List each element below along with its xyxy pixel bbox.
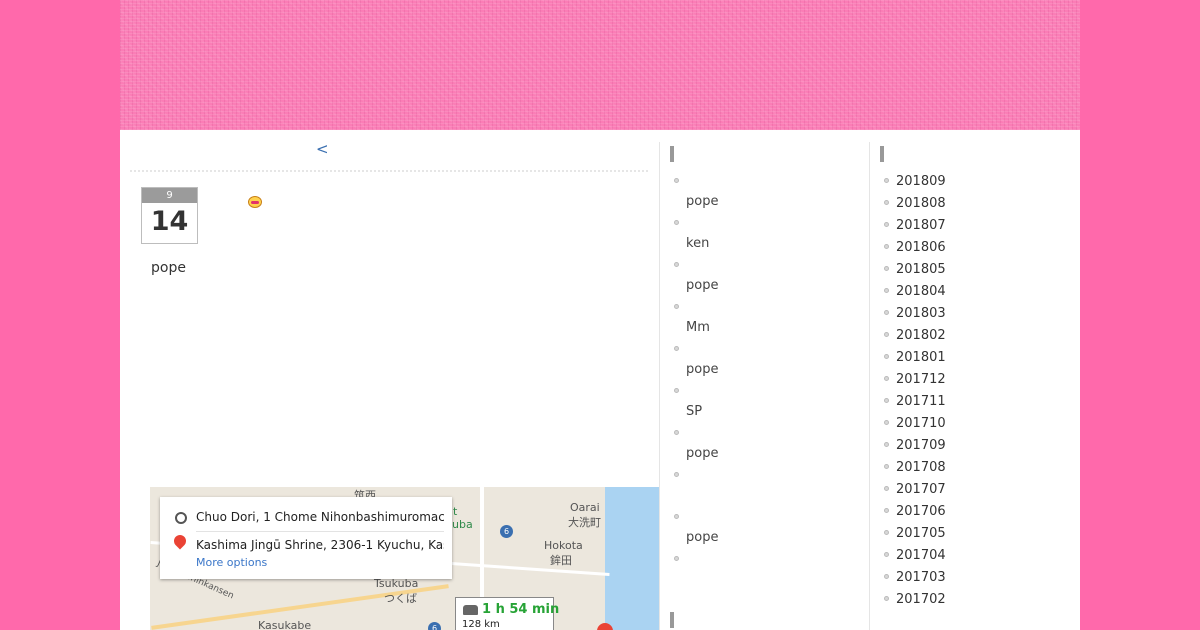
date-badge: 9 14	[141, 187, 198, 244]
bullet-icon	[884, 222, 889, 227]
bullet-icon	[884, 420, 889, 425]
bullet-icon	[884, 376, 889, 381]
face-emoji-icon	[248, 196, 262, 208]
route-separator	[196, 531, 444, 532]
archive-month-link[interactable]: 201707	[896, 482, 946, 497]
bullet-icon	[884, 486, 889, 491]
bullet-icon	[884, 244, 889, 249]
archive-month-link[interactable]: 201711	[896, 394, 946, 409]
embedded-map[interactable]: 筑西 ntkuba Oarai 大洗町 6 Hokota 鉾田 Tsukuba …	[150, 487, 660, 630]
map-label-tsukuba-jp: つくば	[384, 592, 417, 605]
bullet-icon	[674, 262, 679, 267]
map-label-kasukabe: Kasukabe	[258, 619, 312, 630]
travel-duration: 1 h 54 min	[482, 602, 560, 617]
bullet-icon	[674, 514, 679, 519]
bullet-icon	[674, 304, 679, 309]
recent-post-link[interactable]: pope	[686, 446, 718, 461]
sidebar-heading-marker	[670, 612, 674, 628]
back-link[interactable]: <	[316, 140, 329, 158]
archive-month-link[interactable]: 201809	[896, 174, 946, 189]
bullet-icon	[674, 430, 679, 435]
recent-post-link[interactable]: pope	[686, 530, 718, 545]
bullet-icon	[674, 346, 679, 351]
archive-month-link[interactable]: 201708	[896, 460, 946, 475]
destination-address[interactable]: Kashima Jingū Shrine, 2306-1 Kyuchu, Kas…	[196, 538, 444, 552]
map-label-oarai-jp: 大洗町	[568, 516, 601, 529]
bullet-icon	[884, 398, 889, 403]
car-icon	[463, 605, 478, 615]
archive-month-link[interactable]: 201710	[896, 416, 946, 431]
route-6-shield-icon-2: 6	[428, 622, 441, 630]
archive-month-link[interactable]: 201807	[896, 218, 946, 233]
map-label-hokota: Hokota	[544, 539, 583, 552]
archive-month-link[interactable]: 201803	[896, 306, 946, 321]
archive-month-link[interactable]: 201712	[896, 372, 946, 387]
recent-post-link[interactable]: pope	[686, 278, 718, 293]
bullet-icon	[884, 354, 889, 359]
origin-circle-icon	[175, 512, 187, 524]
more-options-link[interactable]: More options	[196, 556, 267, 569]
bullet-icon	[884, 508, 889, 513]
bullet-icon	[674, 220, 679, 225]
recent-post-link[interactable]: pope	[686, 194, 718, 209]
sidebar-heading-marker	[880, 146, 884, 162]
archive-sidebar: 201809 201808 201807 201806 201805 201804 2018…	[870, 130, 1080, 630]
bullet-icon	[674, 472, 679, 477]
dotted-divider	[130, 170, 648, 172]
bullet-icon	[884, 178, 889, 183]
bullet-icon	[884, 288, 889, 293]
recent-posts-sidebar: pope ken pope Mm pope SP pope pope	[660, 130, 868, 630]
header-banner	[120, 0, 1080, 130]
archive-month-link[interactable]: 201808	[896, 196, 946, 211]
recent-post-link[interactable]: SP	[686, 404, 702, 419]
travel-distance: 128 km	[462, 619, 500, 630]
date-day: 14	[150, 206, 189, 237]
archive-month-link[interactable]: 201705	[896, 526, 946, 541]
directions-card: Chuo Dori, 1 Chome Nihonbashimuromachi, …	[160, 497, 452, 579]
travel-time-box[interactable]: 1 h 54 min 128 km	[455, 597, 559, 630]
archive-month-link[interactable]: 201804	[896, 284, 946, 299]
destination-pin-icon	[171, 532, 189, 550]
bullet-icon	[884, 574, 889, 579]
bullet-icon	[884, 200, 889, 205]
date-month: 9	[142, 188, 197, 203]
archive-month-link[interactable]: 201703	[896, 570, 946, 585]
recent-post-link[interactable]: ken	[686, 236, 709, 251]
archive-month-link[interactable]: 201805	[896, 262, 946, 277]
route-6-shield-icon: 6	[500, 525, 513, 538]
archive-month-link[interactable]: 201706	[896, 504, 946, 519]
map-label-oarai: Oarai	[570, 501, 600, 514]
post-body-text: pope	[151, 260, 186, 276]
recent-post-link[interactable]: Mm	[686, 320, 710, 335]
archive-month-link[interactable]: 201806	[896, 240, 946, 255]
bullet-icon	[884, 552, 889, 557]
bullet-icon	[674, 388, 679, 393]
bullet-icon	[884, 310, 889, 315]
bullet-icon	[674, 556, 679, 561]
origin-address[interactable]: Chuo Dori, 1 Chome Nihonbashimuromachi, …	[196, 510, 444, 524]
archive-month-link[interactable]: 201702	[896, 592, 946, 607]
recent-post-link[interactable]: pope	[686, 362, 718, 377]
bullet-icon	[674, 178, 679, 183]
bullet-icon	[884, 266, 889, 271]
archive-month-link[interactable]: 201709	[896, 438, 946, 453]
map-label-hokota-jp: 鉾田	[550, 554, 572, 567]
map-sea	[605, 487, 660, 630]
bullet-icon	[884, 464, 889, 469]
bullet-icon	[884, 596, 889, 601]
page-content: < 9 14 pope 筑西 ntkuba Oarai 大洗町 6 Hokota…	[120, 130, 1080, 630]
archive-month-link[interactable]: 201802	[896, 328, 946, 343]
bullet-icon	[884, 442, 889, 447]
bullet-icon	[884, 332, 889, 337]
bullet-icon	[884, 530, 889, 535]
archive-month-link[interactable]: 201801	[896, 350, 946, 365]
sidebar-heading-marker	[670, 146, 674, 162]
main-column: < 9 14 pope 筑西 ntkuba Oarai 大洗町 6 Hokota…	[120, 130, 660, 630]
archive-month-link[interactable]: 201704	[896, 548, 946, 563]
